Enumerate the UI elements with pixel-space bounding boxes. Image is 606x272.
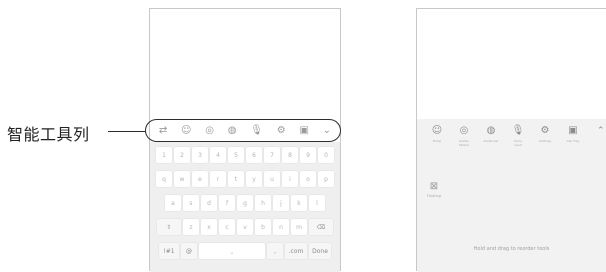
key[interactable]: 4 (210, 147, 226, 163)
tool-label: AniSticker (483, 139, 499, 143)
key[interactable]: 0 (318, 147, 334, 163)
key[interactable]: 7 (264, 147, 280, 163)
tool-settings[interactable]: ⚙ Settings (534, 125, 556, 143)
key[interactable]: j (273, 195, 289, 211)
smart-toolbar-highlight (145, 119, 341, 142)
tool-label: Floating (426, 194, 442, 198)
done-key[interactable]: Done (309, 243, 331, 259)
keyboard-row-bottom: !#1 @ ⎵ , .com Done (150, 243, 340, 259)
key[interactable]: v (237, 219, 253, 235)
key[interactable]: w (174, 171, 190, 187)
key[interactable]: x (201, 219, 217, 235)
key[interactable]: y (246, 171, 262, 187)
key[interactable]: p (318, 171, 334, 187)
key[interactable]: s (183, 195, 199, 211)
settings-icon: ⚙ (540, 125, 550, 136)
callout-label: 智能工具列 (7, 125, 90, 144)
right-phone-screen: ☺ Emoji ◎ Avatar Sticker ◍ AniSticker 🎙 … (416, 8, 606, 272)
key[interactable]: n (273, 219, 289, 235)
at-key[interactable]: @ (181, 243, 197, 259)
key[interactable]: b (255, 219, 271, 235)
shift-key[interactable]: ⇧ (157, 219, 181, 235)
key[interactable]: 3 (192, 147, 208, 163)
key[interactable]: m (291, 219, 307, 235)
key[interactable]: l (309, 195, 325, 211)
animoji-icon: ◍ (486, 125, 496, 136)
keyboard: 1 2 3 4 5 6 7 8 9 0 q w e r t y u i o p … (150, 142, 340, 272)
mic-icon: 🎙 (511, 125, 525, 136)
key[interactable]: q (156, 171, 172, 187)
toolbar-edit-panel: ☺ Emoji ◎ Avatar Sticker ◍ AniSticker 🎙 … (417, 119, 606, 272)
callout-line (108, 131, 146, 133)
tool-label: Emoji (432, 139, 442, 143)
reorder-hint: Hold and drag to reorder tools (473, 246, 550, 252)
backspace-key[interactable]: ⌫ (309, 219, 333, 235)
key[interactable]: 5 (228, 147, 244, 163)
keyboard-row-3: ⇧ z x c v b n m ⌫ (150, 219, 340, 235)
key[interactable]: a (165, 195, 181, 211)
key[interactable]: 9 (300, 147, 316, 163)
key[interactable]: g (237, 195, 253, 211)
emoji-icon: ☺ (431, 125, 443, 136)
tool-clip-tray[interactable]: ▣ Clip Tray (562, 125, 584, 143)
key[interactable]: o (300, 171, 316, 187)
keyboard-row-1: q w e r t y u i o p (150, 171, 340, 187)
avatar-sticker-icon: ◎ (459, 125, 469, 136)
tool-emoji[interactable]: ☺ Emoji (426, 125, 448, 143)
key[interactable]: r (210, 171, 226, 187)
keyboard-row-numbers: 1 2 3 4 5 6 7 8 9 0 (150, 147, 340, 163)
clipboard-icon: ▣ (568, 125, 578, 136)
tool-label: Clip Tray (566, 139, 580, 143)
key[interactable]: t (228, 171, 244, 187)
key[interactable]: d (201, 195, 217, 211)
key[interactable]: e (192, 171, 208, 187)
key[interactable]: 8 (282, 147, 298, 163)
tool-avatar-sticker[interactable]: ◎ Avatar Sticker (453, 125, 475, 147)
key[interactable]: h (255, 195, 271, 211)
space-key[interactable]: ⎵ (199, 243, 265, 259)
chevron-up-icon[interactable]: ⌃ (597, 126, 605, 136)
tool-label: Avatar Sticker (458, 139, 470, 147)
key[interactable]: u (264, 171, 280, 187)
tool-label: Settings (538, 139, 552, 143)
comma-key[interactable]: , (267, 243, 283, 259)
key[interactable]: 2 (174, 147, 190, 163)
key[interactable]: i (282, 171, 298, 187)
key[interactable]: 6 (246, 147, 262, 163)
symbols-key[interactable]: !#1 (159, 243, 179, 259)
key[interactable]: c (219, 219, 235, 235)
tool-label: Voice input (514, 139, 522, 147)
dotcom-key[interactable]: .com (285, 243, 307, 259)
tool-voice-input[interactable]: 🎙 Voice input (507, 125, 529, 147)
key[interactable]: 1 (156, 147, 172, 163)
floating-keyboard-icon: ⊠ (429, 181, 439, 192)
key[interactable]: k (291, 195, 307, 211)
key[interactable]: z (183, 219, 199, 235)
key[interactable]: f (219, 195, 235, 211)
tool-anisticker[interactable]: ◍ AniSticker (480, 125, 502, 143)
tool-floating[interactable]: ⊠ Floating (423, 181, 445, 198)
keyboard-row-2: a s d f g h j k l (150, 195, 340, 211)
